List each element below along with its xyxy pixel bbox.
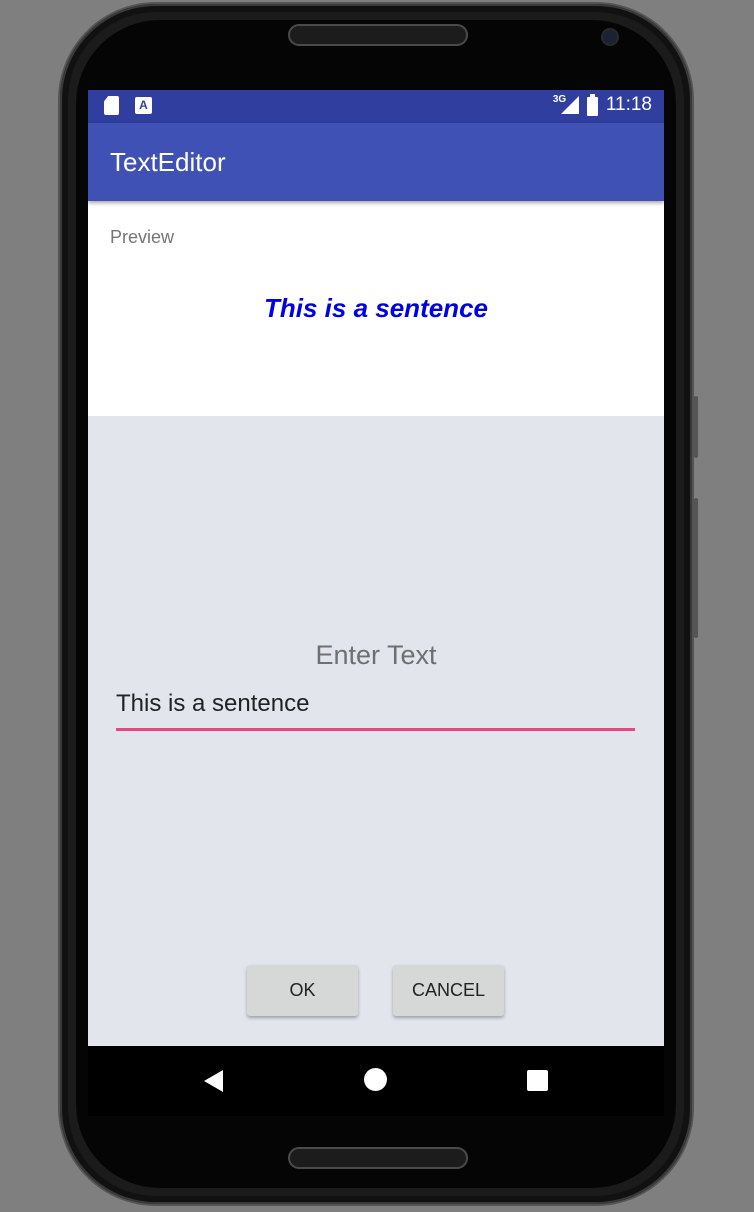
battery-icon (586, 93, 598, 116)
text-input-value[interactable]: This is a sentence (116, 690, 309, 718)
volume-button (694, 396, 698, 458)
navigation-bar (88, 1046, 664, 1116)
earpiece-speaker (288, 24, 468, 46)
bottom-speaker (288, 1147, 468, 1169)
status-time: 11:18 (605, 94, 652, 115)
home-icon[interactable] (364, 1068, 387, 1091)
signal-icon: 3G (553, 94, 579, 116)
recents-icon[interactable] (527, 1070, 548, 1091)
device-screen: A 3G 11:18 TextEditor Preview This is a … (88, 90, 664, 1116)
enter-text-label: Enter Text (315, 640, 437, 670)
front-camera (603, 30, 617, 44)
cancel-button[interactable]: CANCEL (393, 965, 504, 1016)
preview-text: This is a sentence (264, 293, 488, 323)
text-input[interactable]: This is a sentence (116, 686, 635, 731)
back-icon[interactable] (204, 1070, 223, 1092)
status-bar: A 3G 11:18 (88, 90, 664, 123)
app-bar: TextEditor (88, 123, 664, 201)
power-button (694, 498, 698, 638)
app-title: TextEditor (110, 147, 226, 177)
sd-card-icon (104, 96, 119, 115)
a-icon: A (135, 97, 152, 114)
preview-label: Preview (110, 227, 175, 247)
ok-button[interactable]: OK (247, 965, 358, 1016)
preview-area: Preview This is a sentence (88, 201, 664, 416)
